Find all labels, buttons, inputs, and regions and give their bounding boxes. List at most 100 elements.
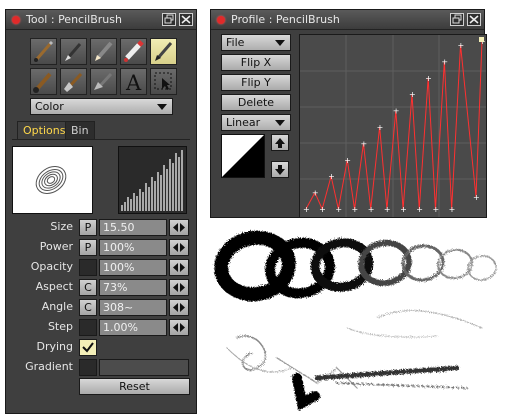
restore-icon[interactable] — [450, 13, 464, 26]
tool-panel: Tool : PencilBrush A Color Options Bin S… — [5, 9, 197, 414]
curve-control-point[interactable]: + — [449, 205, 456, 214]
param-row-gradient: Gradient — [6, 359, 198, 377]
close-icon[interactable] — [179, 13, 193, 26]
gradient-bar[interactable] — [99, 359, 189, 376]
tool-panel-titlebar[interactable]: Tool : PencilBrush — [6, 10, 196, 30]
tab-bin[interactable]: Bin — [65, 121, 95, 140]
text-tool-icon: A — [125, 71, 142, 94]
size-stepper[interactable] — [169, 219, 189, 236]
tool-button-smudge[interactable] — [90, 68, 117, 95]
curve-control-point[interactable]: + — [368, 205, 375, 214]
aspect-stepper[interactable] — [169, 279, 189, 296]
color-dropdown[interactable]: Color — [30, 98, 173, 115]
tool-button-marker[interactable] — [120, 38, 147, 65]
file-dropdown-value: File — [226, 36, 245, 49]
step-stepper[interactable] — [169, 319, 189, 336]
brush-tool-icon — [34, 40, 54, 62]
interpolation-dropdown[interactable]: Linear — [221, 114, 291, 131]
move-up-button[interactable] — [271, 134, 289, 151]
checkmark-icon — [82, 342, 94, 353]
close-dot-icon[interactable] — [217, 15, 225, 24]
marker-tool-icon — [124, 40, 144, 62]
left-right-arrows-icon — [173, 323, 185, 332]
gradient-checkbox[interactable] — [79, 359, 97, 376]
curve-control-point[interactable]: + — [432, 205, 439, 214]
tool-button-pencil-brush[interactable] — [150, 38, 177, 65]
tool-panel-title: Tool : PencilBrush — [26, 13, 122, 26]
tool-button-brush[interactable] — [30, 38, 57, 65]
curve-control-point[interactable]: + — [400, 205, 407, 214]
tool-button-selection[interactable] — [150, 68, 177, 95]
param-row-aspect: Aspect C 73% — [6, 279, 198, 297]
file-dropdown[interactable]: File — [221, 34, 291, 51]
step-mode-toggle[interactable] — [79, 319, 97, 336]
selection-tool-icon — [154, 72, 172, 90]
opacity-field[interactable]: 100% — [99, 259, 167, 276]
close-dot-icon[interactable] — [12, 15, 20, 24]
selected-control-point[interactable] — [479, 37, 484, 42]
tool-button-wide-brush[interactable] — [60, 68, 87, 95]
pencil-tool-icon — [95, 41, 113, 61]
size-field[interactable]: 15.50 — [99, 219, 167, 236]
curve-control-point[interactable]: + — [335, 205, 342, 214]
curve-control-point[interactable]: + — [377, 123, 384, 132]
size-label: Size — [50, 220, 73, 233]
restore-icon[interactable] — [162, 13, 176, 26]
paintbrush-tool-icon — [33, 72, 52, 93]
curve-control-point[interactable]: + — [328, 172, 335, 181]
profile-curve-graph[interactable]: ++++++++++++++++++++++ — [299, 34, 487, 218]
left-right-arrows-icon — [173, 303, 185, 312]
param-row-drying: Drying — [6, 339, 198, 357]
tab-divider — [12, 139, 190, 140]
curve-control-point[interactable]: + — [441, 57, 448, 66]
gradient-label: Gradient — [25, 360, 73, 373]
curve-control-point[interactable]: + — [344, 156, 351, 165]
profile-curve-canvas[interactable]: ++++++++++++++++++++++ — [300, 35, 486, 217]
left-right-arrows-icon — [173, 243, 185, 252]
profile-panel: Profile : PencilBrush File Flip X Flip Y… — [210, 9, 487, 218]
curve-control-point[interactable]: + — [425, 74, 432, 83]
profile-panel-titlebar[interactable]: Profile : PencilBrush — [211, 10, 484, 30]
curve-control-point[interactable]: + — [409, 90, 416, 99]
tool-button-pen[interactable] — [60, 38, 87, 65]
opacity-stepper[interactable] — [169, 259, 189, 276]
curve-control-point[interactable]: + — [312, 189, 319, 198]
aspect-field[interactable]: 73% — [99, 279, 167, 296]
pen-tool-icon — [65, 43, 82, 61]
curve-control-point[interactable]: + — [393, 107, 400, 116]
curve-control-point[interactable]: + — [473, 193, 480, 202]
step-field[interactable]: 1.00% — [99, 319, 167, 336]
move-down-button[interactable] — [271, 161, 289, 178]
power-field[interactable]: 100% — [99, 239, 167, 256]
tab-options-label: Options — [23, 124, 66, 137]
power-pressure-toggle[interactable]: P — [79, 239, 97, 256]
curve-control-point[interactable]: + — [303, 205, 310, 214]
reset-button[interactable]: Reset — [79, 378, 190, 395]
curve-control-point[interactable]: + — [416, 205, 423, 214]
angle-stepper[interactable] — [169, 299, 189, 316]
curve-control-point[interactable]: + — [352, 205, 359, 214]
tool-button-text[interactable]: A — [120, 68, 147, 95]
curve-control-point[interactable]: + — [384, 205, 391, 214]
angle-curve-toggle[interactable]: C — [79, 299, 97, 316]
size-pressure-toggle[interactable]: P — [79, 219, 97, 236]
close-icon[interactable] — [467, 13, 481, 26]
aspect-curve-toggle[interactable]: C — [79, 279, 97, 296]
flip-y-button[interactable]: Flip Y — [221, 74, 291, 91]
curve-control-point[interactable]: + — [458, 41, 465, 50]
drying-label: Drying — [36, 340, 73, 353]
flip-x-button[interactable]: Flip X — [221, 54, 291, 71]
curve-control-point[interactable]: + — [360, 139, 367, 148]
tool-button-paintbrush[interactable] — [30, 68, 57, 95]
angle-field[interactable]: 308~ — [99, 299, 167, 316]
delete-button[interactable]: Delete — [221, 94, 291, 111]
arrow-up-icon — [275, 138, 285, 148]
tab-options[interactable]: Options — [17, 121, 72, 140]
drying-checkbox[interactable] — [79, 339, 97, 356]
power-label: Power — [39, 240, 73, 253]
curve-control-point[interactable]: + — [319, 205, 326, 214]
power-stepper[interactable] — [169, 239, 189, 256]
drawing-canvas[interactable] — [197, 218, 510, 416]
tool-button-pencil[interactable] — [90, 38, 117, 65]
opacity-mode-toggle[interactable] — [79, 259, 97, 276]
